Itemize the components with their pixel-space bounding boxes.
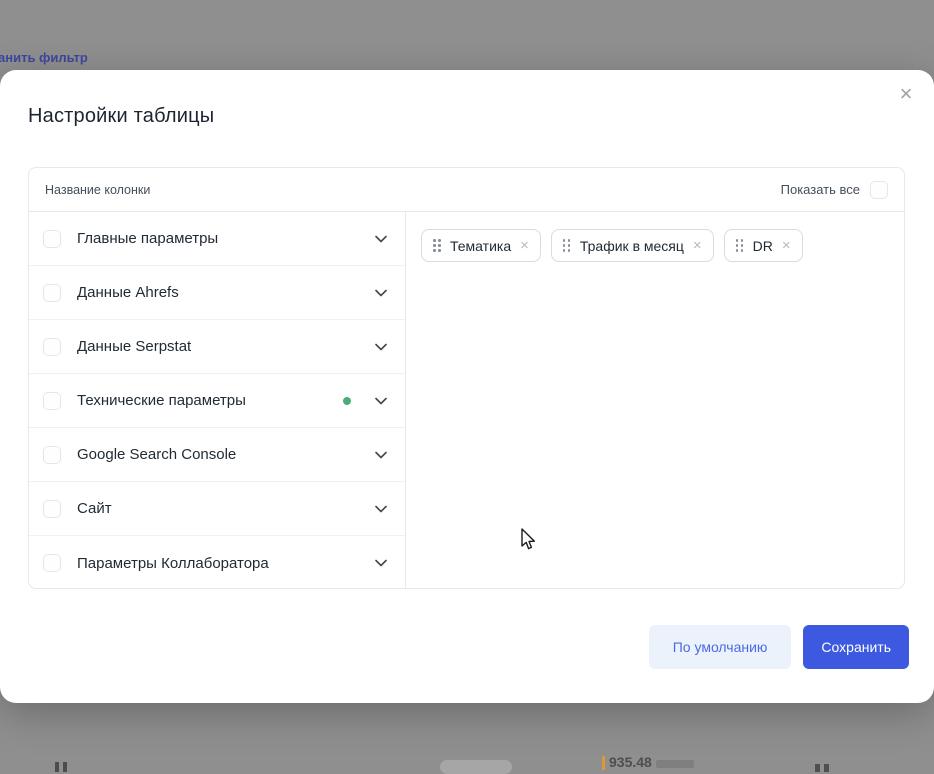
selected-columns-panel: Тематика × Трафик в месяц × DR × [406,212,904,588]
close-icon[interactable]: × [894,82,918,106]
modal-title: Настройки таблицы [28,105,214,128]
save-button[interactable]: Сохранить [803,625,909,669]
category-label: Параметры Коллаборатора [77,555,357,572]
category-list: Главные параметры Данные Ahrefs Данные S… [29,212,406,588]
price-marker-bar [602,756,605,770]
category-label: Данные Ahrefs [77,284,357,301]
chevron-down-icon[interactable] [373,339,389,355]
show-all-control: Показать все [781,181,888,199]
category-row[interactable]: Сайт [29,482,405,536]
clipped-text-fragment [815,764,820,772]
save-filter-link[interactable]: анить фильтр [0,50,88,65]
price-value: 935.48 [609,754,652,770]
category-checkbox[interactable] [43,230,61,248]
remove-chip-icon[interactable]: × [782,238,791,253]
column-chip[interactable]: Трафик в месяц × [551,229,714,262]
category-label: Главные параметры [77,230,357,247]
background-table-row: 935.48 [0,756,934,772]
remove-chip-icon[interactable]: × [520,238,529,253]
chevron-down-icon[interactable] [373,231,389,247]
chevron-down-icon[interactable] [373,447,389,463]
table-settings-modal: × Настройки таблицы Название колонки Пок… [0,70,934,703]
category-checkbox[interactable] [43,392,61,410]
columns-panel: Название колонки Показать все Главные па… [28,167,905,589]
category-checkbox[interactable] [43,446,61,464]
category-checkbox[interactable] [43,338,61,356]
column-chip-label: Тематика [450,238,511,254]
category-checkbox[interactable] [43,284,61,302]
category-row[interactable]: Главные параметры [29,212,405,266]
show-all-label: Показать все [781,182,860,197]
clipped-text-fragment [824,764,829,772]
category-checkbox[interactable] [43,554,61,572]
category-label: Google Search Console [77,446,357,463]
selected-columns-list: Тематика × Трафик в месяц × DR × [421,229,889,262]
drag-handle-icon[interactable] [433,239,441,252]
column-name-label: Название колонки [45,183,150,197]
chevron-down-icon[interactable] [373,285,389,301]
column-chip[interactable]: Тематика × [421,229,541,262]
column-chip[interactable]: DR × [724,229,803,262]
clipped-text-fragment [55,762,59,772]
default-button[interactable]: По умолчанию [649,625,792,669]
category-checkbox[interactable] [43,500,61,518]
panel-header: Название колонки Показать все [29,168,904,212]
category-label: Данные Serpstat [77,338,357,355]
category-row[interactable]: Технические параметры [29,374,405,428]
drag-handle-icon[interactable] [563,239,571,252]
price-fragment: 935.48 [602,754,694,770]
category-label: Технические параметры [77,392,327,409]
category-row[interactable]: Google Search Console [29,428,405,482]
category-row[interactable]: Данные Serpstat [29,320,405,374]
category-row[interactable]: Параметры Коллаборатора [29,536,405,590]
status-dot [343,397,351,405]
remove-chip-icon[interactable]: × [693,238,702,253]
chevron-down-icon[interactable] [373,393,389,409]
chevron-down-icon[interactable] [373,555,389,571]
column-chip-label: DR [753,238,773,254]
clipped-text-fragment [63,762,67,772]
panel-body: Главные параметры Данные Ahrefs Данные S… [29,212,904,588]
drag-handle-icon[interactable] [736,239,744,252]
category-label: Сайт [77,500,357,517]
chevron-down-icon[interactable] [373,501,389,517]
modal-footer: По умолчанию Сохранить [649,625,909,669]
category-row[interactable]: Данные Ahrefs [29,266,405,320]
show-all-checkbox[interactable] [870,181,888,199]
clipped-text-fragment [656,760,694,768]
column-chip-label: Трафик в месяц [580,238,684,254]
